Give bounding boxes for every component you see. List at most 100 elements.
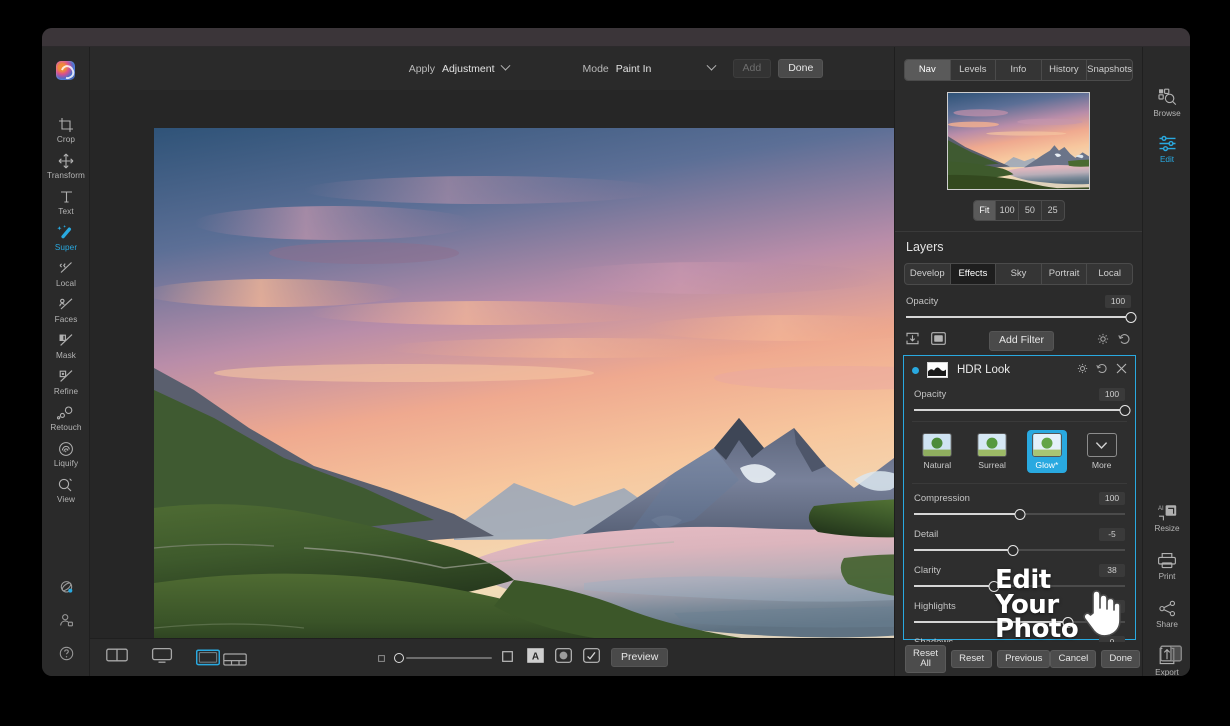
preset-more[interactable]: More [1082,430,1122,473]
rail-share[interactable]: Share [1143,598,1190,638]
filter-opacity-slider[interactable] [914,404,1131,416]
hand-cursor-icon [1080,583,1126,639]
filter-enabled-dot[interactable] [912,366,919,374]
reset-button[interactable]: Reset [951,649,993,669]
edited-photo[interactable] [154,128,929,661]
add-filter-button[interactable]: Add Filter [989,331,1054,351]
refine-icon [58,368,75,385]
tab-sky[interactable]: Sky [996,264,1042,284]
tool-liquify[interactable]: Liquify [42,440,90,476]
svg-text:AI: AI [1158,506,1164,512]
window-titlebar[interactable] [42,28,1190,47]
slider-knob[interactable] [1007,544,1019,556]
right-tool-rail: Browse Edit AI Resize Print Share Export [1142,47,1190,676]
filmstrip-view-button[interactable] [196,649,247,666]
rail-browse[interactable]: Browse [1143,87,1190,127]
layers-reset-arrow-icon[interactable] [1118,332,1131,350]
tab-nav[interactable]: Nav [905,60,951,80]
zoom-slider[interactable] [394,652,492,663]
rail-edit[interactable]: Edit [1143,133,1190,173]
tool-transform[interactable]: Transform [42,152,90,188]
slider-track[interactable] [914,508,1125,520]
tab-develop[interactable]: Develop [905,264,951,284]
share-icon [1158,598,1177,618]
rail-print[interactable]: Print [1143,550,1190,590]
tool-view[interactable]: View [42,476,90,512]
slider-knob[interactable] [1014,508,1025,520]
tool-refine[interactable]: Refine [42,368,90,404]
tab-levels[interactable]: Levels [951,60,997,80]
preset-surreal[interactable]: Surreal [972,430,1012,473]
tool-text[interactable]: Text [42,188,90,224]
layer-opacity-slider[interactable] [906,311,1137,323]
cancel-button[interactable]: Cancel [1050,649,1097,669]
magic-wand-icon [57,224,75,241]
account-button[interactable] [42,609,90,636]
slider-value[interactable]: 100 [1099,492,1125,505]
tab-portrait[interactable]: Portrait [1042,264,1088,284]
tool-label: Transform [47,171,85,180]
tab-snapshots[interactable]: Snapshots [1087,60,1132,80]
mode-value[interactable]: Paint In [616,63,652,75]
filter-opacity-label: Opacity [914,389,947,400]
zoom-100[interactable]: 100 [996,201,1019,220]
rail-label: Print [1158,572,1176,581]
layer-opacity-label: Opacity [906,296,939,307]
add-button[interactable]: Add [732,58,772,79]
tool-mask[interactable]: Mask [42,332,90,368]
previous-button[interactable]: Previous [997,649,1051,669]
zoom-25[interactable]: 25 [1042,201,1064,220]
checkmark-box-icon[interactable] [583,647,600,668]
split-view-button[interactable] [106,647,128,668]
view-zoom-icon [57,476,75,493]
tab-local[interactable]: Local [1087,264,1132,284]
filter-reset-arrow-icon[interactable] [1096,361,1108,379]
retouch-icon [57,404,75,421]
panel-toggle-button[interactable] [1160,645,1182,667]
tool-local[interactable]: Local [42,260,90,296]
preset-glow[interactable]: Glow* [1026,430,1067,473]
tool-label: Retouch [50,423,82,432]
tool-crop[interactable]: Crop [42,116,90,152]
add-layer-icon[interactable] [906,332,919,350]
panel-done-button[interactable]: Done [1101,649,1141,669]
done-button[interactable]: Done [778,58,824,79]
chevron-down-icon[interactable] [500,60,510,71]
tool-retouch[interactable]: Retouch [42,404,90,440]
rail-resize[interactable]: AI Resize [1143,502,1190,542]
tool-super[interactable]: Super [42,224,90,260]
help-button[interactable] [42,642,90,669]
letter-a-icon[interactable]: A [527,647,544,668]
circle-fill-icon[interactable] [555,647,572,668]
filter-opacity-value[interactable]: 100 [1099,388,1125,401]
slider-track[interactable] [914,544,1125,556]
rail-label: Export [1155,668,1179,676]
filter-close-icon[interactable] [1116,361,1127,379]
zoom-presets: Fit 100 50 25 [895,200,1142,221]
tool-faces[interactable]: Faces [42,296,90,332]
preview-button[interactable]: Preview [611,647,669,668]
slider-label: Detail [914,529,939,540]
left-tool-rail: Crop Transform Text Super Local Faces Ma… [42,47,90,676]
slider-value[interactable]: -5 [1099,528,1125,541]
tab-info[interactable]: Info [996,60,1042,80]
tool-label: View [57,495,75,504]
filter-gear-icon[interactable] [1077,361,1088,379]
ai-resize-icon: AI [1157,502,1178,522]
share-network-button[interactable] [42,576,90,603]
reset-all-button[interactable]: Reset All [905,644,947,674]
app-logo-icon[interactable] [56,61,75,80]
preset-natural[interactable]: Natural [917,430,957,473]
tab-effects[interactable]: Effects [950,264,997,284]
apply-value[interactable]: Adjustment [442,63,495,75]
navigator-thumbnail[interactable] [947,92,1090,190]
single-view-button[interactable] [151,647,173,669]
layers-gear-icon[interactable] [1097,332,1109,350]
zoom-50[interactable]: 50 [1019,201,1042,220]
faces-icon [58,296,75,313]
zoom-fit[interactable]: Fit [973,201,997,220]
tab-history[interactable]: History [1042,60,1088,80]
layer-opacity-value[interactable]: 100 [1105,295,1131,308]
mask-thumb-icon[interactable] [931,331,946,350]
mode-chevron-down-icon[interactable] [706,60,716,71]
